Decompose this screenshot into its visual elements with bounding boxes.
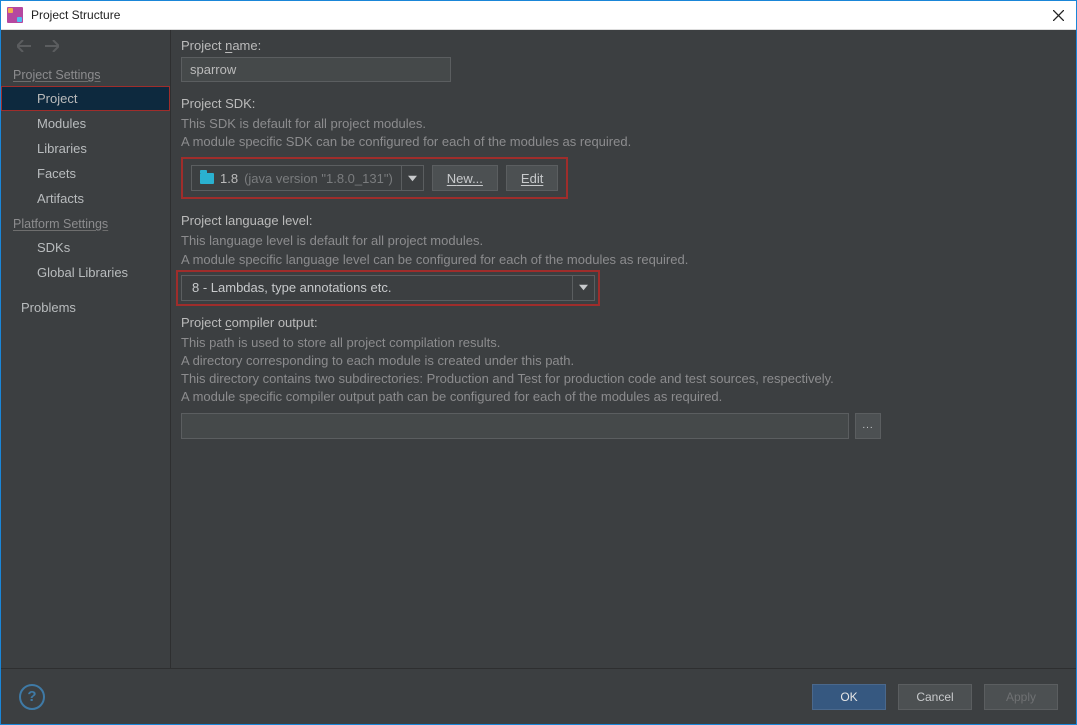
project-settings-header: Project Settings bbox=[1, 62, 170, 86]
output-desc-2: A directory corresponding to each module… bbox=[181, 352, 881, 370]
sdk-dropdown-button[interactable] bbox=[401, 165, 423, 191]
ok-button[interactable]: OK bbox=[812, 684, 886, 710]
sidebar-item-artifacts[interactable]: Artifacts bbox=[1, 186, 170, 211]
lang-desc-1: This language level is default for all p… bbox=[181, 232, 1056, 250]
back-icon[interactable] bbox=[17, 40, 31, 52]
sdk-new-button[interactable]: New... bbox=[432, 165, 498, 191]
sidebar-item-label: Facets bbox=[37, 166, 76, 181]
lang-level-label: Project language level: bbox=[181, 213, 1056, 228]
sidebar-item-facets[interactable]: Facets bbox=[1, 161, 170, 186]
sdk-selected-detail: (java version "1.8.0_131") bbox=[244, 171, 393, 186]
titlebar: Project Structure bbox=[1, 1, 1076, 30]
help-button[interactable]: ? bbox=[19, 684, 45, 710]
sidebar-item-global-libraries[interactable]: Global Libraries bbox=[1, 260, 170, 285]
sidebar-item-label: SDKs bbox=[37, 240, 70, 255]
close-icon bbox=[1053, 10, 1064, 21]
lang-dropdown-button[interactable] bbox=[572, 275, 594, 301]
compiler-output-input[interactable] bbox=[181, 413, 849, 439]
sidebar-item-project[interactable]: Project bbox=[1, 86, 170, 111]
sdk-select[interactable]: 1.8 (java version "1.8.0_131") bbox=[191, 165, 424, 191]
footer: ? OK Cancel Apply bbox=[1, 668, 1076, 724]
sdk-desc-1: This SDK is default for all project modu… bbox=[181, 115, 1056, 133]
ellipsis-icon: ... bbox=[862, 420, 873, 431]
project-name-input[interactable] bbox=[181, 57, 451, 82]
chevron-down-icon bbox=[408, 174, 417, 183]
platform-settings-header: Platform Settings bbox=[1, 211, 170, 235]
sdk-selected-name: 1.8 bbox=[220, 171, 238, 186]
lang-level-selected: 8 - Lambdas, type annotations etc. bbox=[182, 280, 572, 295]
window-title: Project Structure bbox=[31, 8, 1040, 22]
sidebar-item-modules[interactable]: Modules bbox=[1, 111, 170, 136]
sidebar: Project Settings Project Modules Librari… bbox=[1, 30, 171, 668]
sdk-group: 1.8 (java version "1.8.0_131") New... Ed… bbox=[181, 157, 568, 199]
chevron-down-icon bbox=[579, 283, 588, 292]
sidebar-item-label: Artifacts bbox=[37, 191, 84, 206]
sidebar-item-label: Modules bbox=[37, 116, 86, 131]
apply-button[interactable]: Apply bbox=[984, 684, 1058, 710]
forward-icon[interactable] bbox=[45, 40, 59, 52]
project-name-label: Project name: bbox=[181, 38, 1056, 53]
browse-button[interactable]: ... bbox=[855, 413, 881, 439]
sdk-desc-2: A module specific SDK can be configured … bbox=[181, 133, 1056, 151]
sidebar-item-problems[interactable]: Problems bbox=[1, 295, 170, 320]
project-sdk-label: Project SDK: bbox=[181, 96, 1056, 111]
sidebar-item-label: Global Libraries bbox=[37, 265, 128, 280]
sidebar-item-label: Problems bbox=[21, 300, 76, 315]
sidebar-item-libraries[interactable]: Libraries bbox=[1, 136, 170, 161]
sdk-edit-button[interactable]: Edit bbox=[506, 165, 558, 191]
intellij-icon bbox=[7, 7, 23, 23]
output-desc-3: This directory contains two subdirectori… bbox=[181, 370, 881, 388]
main: Project Settings Project Modules Librari… bbox=[1, 30, 1076, 724]
lang-level-select[interactable]: 8 - Lambdas, type annotations etc. bbox=[181, 275, 595, 301]
sidebar-item-label: Libraries bbox=[37, 141, 87, 156]
compiler-output-label: Project compiler output: bbox=[181, 315, 881, 330]
cancel-button[interactable]: Cancel bbox=[898, 684, 972, 710]
sidebar-item-label: Project bbox=[37, 91, 77, 106]
output-desc-1: This path is used to store all project c… bbox=[181, 334, 881, 352]
folder-icon bbox=[200, 173, 214, 184]
close-button[interactable] bbox=[1040, 1, 1076, 30]
content: Project name: Project SDK: This SDK is d… bbox=[171, 30, 1076, 668]
output-desc-4: A module specific compiler output path c… bbox=[181, 388, 881, 406]
lang-desc-2: A module specific language level can be … bbox=[181, 251, 1056, 269]
sidebar-item-sdks[interactable]: SDKs bbox=[1, 235, 170, 260]
